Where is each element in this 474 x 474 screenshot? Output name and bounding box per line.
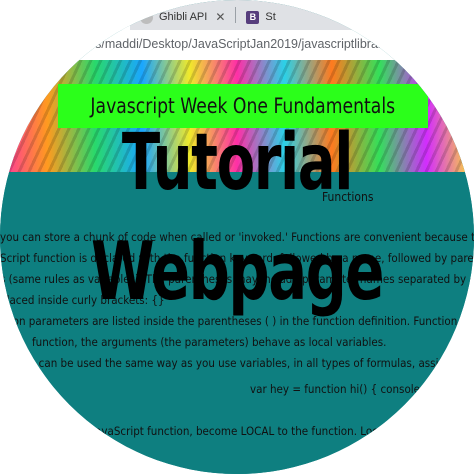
page-title: Javascript Week One Fundamentals — [90, 94, 396, 118]
close-icon[interactable]: ✕ — [39, 10, 49, 24]
url-text[interactable]: ers/maddi/Desktop/JavaScriptJan2019/java… — [84, 37, 382, 51]
paragraph-line: function, the arguments (the parameters)… — [32, 335, 387, 349]
close-icon[interactable]: ✕ — [215, 10, 225, 24]
paragraph-line: JavaScript function, become LOCAL to the… — [92, 424, 388, 438]
tab-ghibli-api[interactable]: Ghibli API ✕ — [130, 4, 235, 30]
bootstrap-icon: B — [246, 10, 260, 24]
page-icon — [10, 9, 25, 25]
tab-bootstrap[interactable]: B St — [236, 4, 285, 30]
tab-bootstrap-label: St — [265, 11, 276, 23]
address-bar[interactable]: ers/maddi/Desktop/JavaScriptJan2019/java… — [0, 30, 474, 61]
tab-ghibli-label: Ghibli API — [159, 11, 208, 23]
circular-frame: ✕ Ghibli API ✕ B St ers/maddi/Desktop/Ja… — [0, 0, 474, 474]
paragraph-line: s can be used the same way as you use va… — [30, 356, 469, 370]
code-example: var hey = function hi() { console.loc — [250, 382, 439, 396]
browser-tab-bar: ✕ Ghibli API ✕ B St — [0, 0, 474, 30]
tab-current[interactable]: ✕ — [0, 4, 130, 30]
ghibli-icon — [140, 10, 153, 24]
overlay-title-line-2: Webpage — [90, 225, 385, 318]
page-content: Functions you can store a chunk of code … — [0, 172, 474, 474]
overlay-title-line-1: Tutorial — [121, 118, 354, 208]
